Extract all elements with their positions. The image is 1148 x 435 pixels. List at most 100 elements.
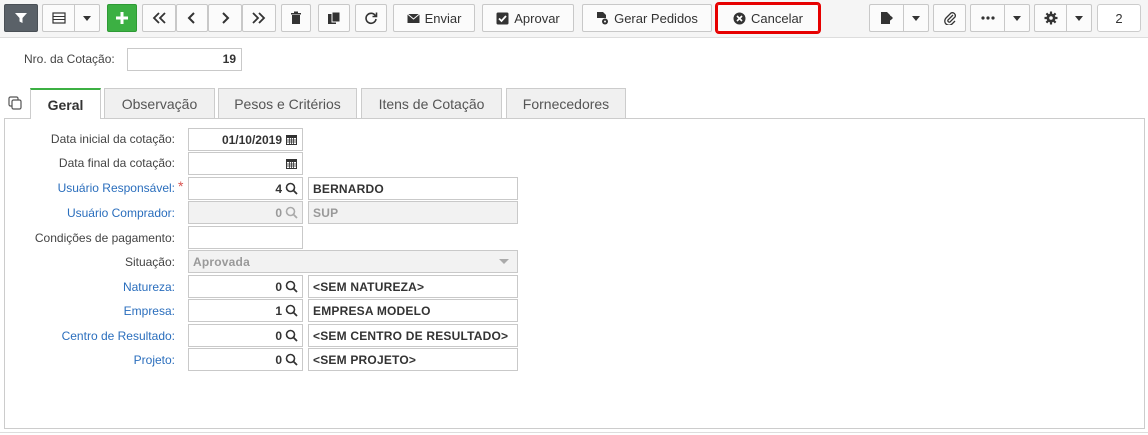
tab-fornecedores-label: Fornecedores xyxy=(522,95,610,112)
attachment-button[interactable] xyxy=(933,4,966,32)
empresa-label[interactable]: Empresa: xyxy=(124,304,175,318)
centro-resultado-name: <SEM CENTRO DE RESULTADO> xyxy=(313,328,509,343)
centro-resultado-label[interactable]: Centro de Resultado: xyxy=(62,329,175,343)
first-record-button[interactable] xyxy=(142,4,176,32)
tab-pesos-criterios[interactable]: Pesos e Critérios xyxy=(218,88,357,118)
natureza-label[interactable]: Natureza: xyxy=(123,280,175,294)
search-icon[interactable] xyxy=(285,280,298,293)
search-icon[interactable] xyxy=(285,329,298,342)
toolbar: Enviar Aprovar Gerar Pedidos Cancelar 2 xyxy=(0,0,1148,38)
gerar-pedidos-button[interactable]: Gerar Pedidos xyxy=(582,4,712,32)
previous-record-button[interactable] xyxy=(176,4,208,32)
situacao-label: Situação: xyxy=(124,255,175,269)
calendar-icon[interactable] xyxy=(285,157,298,170)
data-final-field[interactable] xyxy=(188,152,303,175)
usuario-responsavel-code-field[interactable]: 4 xyxy=(188,177,303,200)
trash-icon xyxy=(291,11,301,24)
data-inicial-value: 01/10/2019 xyxy=(221,132,282,147)
chevron-right-icon xyxy=(222,12,230,24)
page-number-field[interactable]: 2 xyxy=(1097,4,1141,32)
caret-down-icon xyxy=(1013,15,1021,21)
caret-down-icon xyxy=(499,259,509,264)
gerar-pedidos-label: Gerar Pedidos xyxy=(614,10,698,26)
search-icon[interactable] xyxy=(285,353,298,366)
double-chevron-left-icon xyxy=(152,12,166,24)
list-view-dropdown[interactable] xyxy=(74,4,100,32)
situacao-value: Aprovada xyxy=(193,254,250,269)
export-button[interactable] xyxy=(869,4,903,32)
bottom-divider xyxy=(0,432,1148,433)
chevron-left-icon xyxy=(187,12,195,24)
double-chevron-right-icon xyxy=(252,12,266,24)
projeto-label[interactable]: Projeto: xyxy=(134,353,175,367)
last-record-button[interactable] xyxy=(242,4,276,32)
search-icon[interactable] xyxy=(285,304,298,317)
settings-dropdown[interactable] xyxy=(1066,4,1092,32)
refresh-button[interactable] xyxy=(355,4,387,32)
copy-window-icon[interactable] xyxy=(8,96,22,110)
filter-button[interactable] xyxy=(4,4,38,32)
more-actions-dropdown[interactable] xyxy=(1004,4,1030,32)
more-actions-button[interactable] xyxy=(970,4,1004,32)
page-number: 2 xyxy=(1115,10,1123,26)
usuario-responsavel-name: BERNARDO xyxy=(313,181,384,196)
required-asterisk: * xyxy=(178,178,184,194)
condicoes-pagamento-field[interactable] xyxy=(188,226,303,249)
search-icon[interactable] xyxy=(285,182,298,195)
usuario-comprador-label[interactable]: Usuário Comprador: xyxy=(67,206,175,220)
cancelar-label: Cancelar xyxy=(750,10,804,26)
enviar-label: Enviar xyxy=(424,10,462,26)
filter-icon xyxy=(15,13,27,23)
export-dropdown[interactable] xyxy=(903,4,929,32)
empresa-code-field[interactable]: 1 xyxy=(188,299,303,322)
settings-button[interactable] xyxy=(1034,4,1066,32)
tab-itens-cotacao[interactable]: Itens de Cotação xyxy=(361,88,502,118)
natureza-name: <SEM NATUREZA> xyxy=(313,279,425,294)
tab-geral[interactable]: Geral xyxy=(30,88,101,119)
centro-resultado-code-field[interactable]: 0 xyxy=(188,324,303,347)
usuario-comprador-name-field: SUP xyxy=(308,201,518,224)
data-final-label: Data final da cotação: xyxy=(58,156,175,170)
centro-resultado-name-field[interactable]: <SEM CENTRO DE RESULTADO> xyxy=(308,324,518,347)
projeto-code: 0 xyxy=(275,352,282,367)
natureza-name-field[interactable]: <SEM NATUREZA> xyxy=(308,275,518,298)
tab-observacao-label: Observação xyxy=(121,95,198,112)
calendar-icon[interactable] xyxy=(285,133,298,146)
usuario-responsavel-label[interactable]: Usuário Responsável: xyxy=(58,181,175,195)
check-square-icon xyxy=(496,12,509,24)
document-gear-icon xyxy=(597,12,609,25)
caret-down-icon xyxy=(912,15,920,21)
projeto-name-field[interactable]: <SEM PROJETO> xyxy=(308,348,518,371)
tab-observacao[interactable]: Observação xyxy=(104,88,215,118)
data-inicial-label: Data inicial da cotação: xyxy=(50,132,175,146)
gear-icon xyxy=(1044,11,1057,25)
duplicate-button[interactable] xyxy=(318,4,350,32)
usuario-comprador-code: 0 xyxy=(275,205,282,220)
plus-icon xyxy=(116,12,128,24)
projeto-name: <SEM PROJETO> xyxy=(313,352,417,367)
enviar-button[interactable]: Enviar xyxy=(393,4,475,32)
delete-button[interactable] xyxy=(281,4,311,32)
usuario-responsavel-name-field[interactable]: BERNARDO xyxy=(308,177,518,200)
centro-resultado-code: 0 xyxy=(275,328,282,343)
tab-pesos-criterios-label: Pesos e Critérios xyxy=(234,95,341,112)
next-record-button[interactable] xyxy=(208,4,242,32)
projeto-code-field[interactable]: 0 xyxy=(188,348,303,371)
file-export-icon xyxy=(881,12,893,24)
list-view-button[interactable] xyxy=(42,4,74,32)
usuario-comprador-name: SUP xyxy=(313,205,339,220)
cancelar-button[interactable]: Cancelar xyxy=(715,2,821,34)
aprovar-button[interactable]: Aprovar xyxy=(482,4,574,32)
data-inicial-field[interactable]: 01/10/2019 xyxy=(188,128,303,151)
list-icon xyxy=(51,12,66,24)
form-panel xyxy=(4,118,1145,429)
add-button[interactable] xyxy=(107,4,137,32)
natureza-code-field[interactable]: 0 xyxy=(188,275,303,298)
envelope-icon xyxy=(406,13,420,23)
empresa-code: 1 xyxy=(275,303,282,318)
nro-cotacao-field[interactable]: 19 xyxy=(127,48,242,71)
tab-fornecedores[interactable]: Fornecedores xyxy=(506,88,626,118)
caret-down-icon xyxy=(83,15,91,21)
empresa-name-field[interactable]: EMPRESA MODELO xyxy=(308,299,518,322)
situacao-select: Aprovada xyxy=(188,250,518,273)
